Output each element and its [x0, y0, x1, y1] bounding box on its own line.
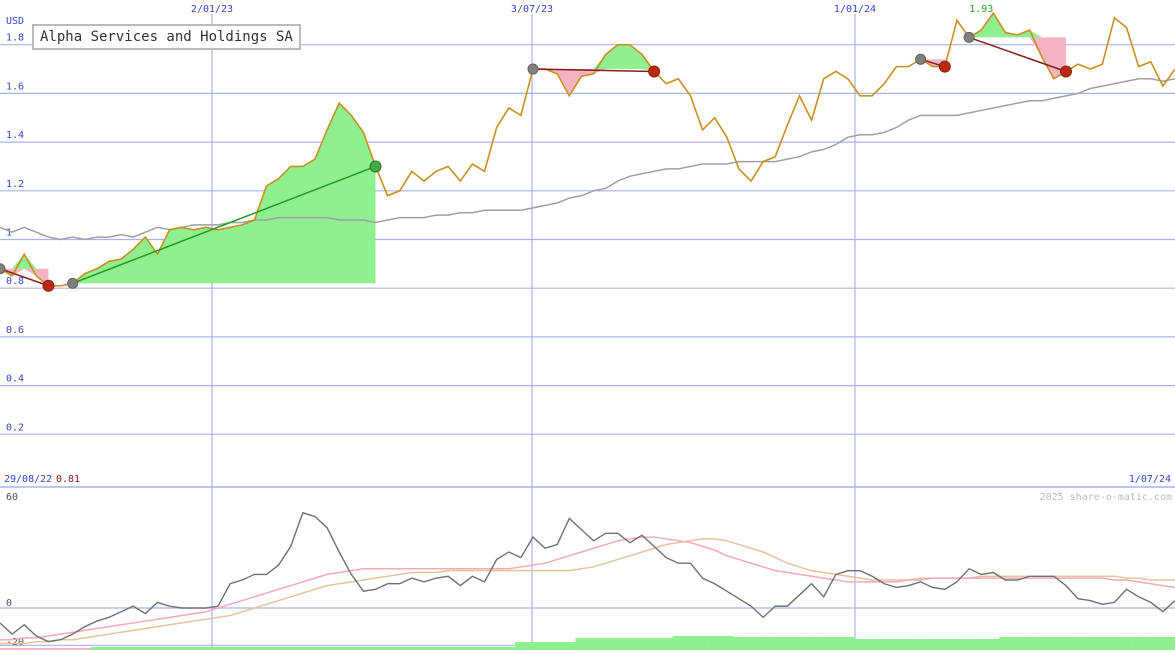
start-price-label: 0.81: [56, 474, 80, 485]
volume-bar: [757, 637, 770, 650]
volume-bar: [696, 636, 709, 650]
volume-bar: [817, 637, 831, 650]
end-date-label: 1/07/24: [1129, 474, 1171, 485]
trade-exit-marker: [1059, 65, 1072, 78]
y-tick-label: 1: [6, 228, 12, 239]
y-tick-label: 1.2: [6, 179, 24, 190]
volume-bar: [878, 639, 891, 650]
gain-area-edge: [373, 166, 376, 284]
volume-bar: [672, 636, 685, 650]
volume-bar: [1084, 637, 1097, 650]
y-tick-label: 0.4: [6, 374, 24, 385]
volume-bar: [660, 638, 673, 650]
volume-bar: [708, 636, 721, 650]
trade-entry-marker: [527, 63, 539, 75]
trade-exit-marker: [938, 60, 951, 73]
volume-bar: [1156, 637, 1170, 650]
y-tick-label: 1.8: [6, 33, 24, 44]
oscillator-line: [0, 511, 1175, 643]
trade-entry-marker: [0, 263, 6, 275]
volume-bar: [648, 638, 661, 650]
volume-bar: [599, 638, 612, 650]
volume-bar: [938, 639, 952, 650]
gain-area: [969, 13, 1066, 38]
volume-bar: [793, 637, 806, 650]
peak-label: 1.93: [969, 4, 993, 15]
x-tick-label: 2/01/23: [191, 4, 233, 15]
volume-bar: [854, 639, 867, 650]
volume-bar: [1047, 637, 1061, 650]
volume-bar: [975, 639, 988, 650]
osc-y-tick-label: 0: [6, 598, 12, 609]
volume-bar: [866, 639, 879, 650]
x-tick-label: 3/07/23: [511, 4, 553, 15]
gain-area: [72, 103, 376, 284]
volume-bar: [963, 639, 976, 650]
volume-bar: [563, 642, 576, 650]
volume-bar: [1072, 637, 1085, 650]
stock-chart: 0.20.40.60.811.21.41.61.82/01/23 3/07/23 1…: [0, 4, 1175, 650]
volume-bar: [987, 639, 1000, 650]
volume-bar: [1035, 637, 1049, 650]
volume-bar: [1108, 637, 1121, 650]
volume-bar: [539, 642, 552, 650]
volume-bar: [1120, 637, 1133, 650]
chart-stage: 0.2 0.4 0.6 0.8 1 1.2 1.4 1.6 1.8 2/01/23 3/07/23 1…: [0, 0, 1175, 650]
trade-entry-marker: [67, 277, 79, 289]
volume-bar: [902, 639, 915, 650]
volume-bar: [611, 638, 625, 650]
volume-bar: [1132, 637, 1145, 650]
volume-bar: [890, 639, 903, 650]
volume-bar: [551, 642, 564, 650]
volume-bar: [914, 639, 927, 650]
y-tick-label: 0.2: [6, 422, 24, 433]
x-tick-label: 1/01/24: [834, 4, 876, 15]
volume-bar: [829, 637, 843, 650]
volume-bar: [636, 638, 649, 650]
trade-exit-marker: [369, 160, 382, 173]
moving-average-line: [0, 78, 1175, 241]
volume-bar: [526, 642, 540, 650]
osc-y-tick-label: 60: [6, 492, 18, 503]
volume-bar: [769, 637, 782, 650]
volume-bar: [1169, 637, 1175, 650]
y-tick-label: 1.4: [6, 130, 24, 141]
trade-exit-marker: [42, 279, 55, 292]
volume-bar: [1144, 637, 1158, 650]
watermark: 2025 share-o-matic.com: [1040, 492, 1172, 503]
volume-bar: [999, 637, 1012, 650]
volume-bar: [623, 638, 637, 650]
volume-bar: [841, 637, 855, 650]
y-tick-label: 0.6: [6, 325, 24, 336]
y-tick-label: 1.6: [6, 81, 24, 92]
start-date-label: 29/08/22: [4, 474, 52, 485]
volume-bar: [720, 636, 734, 650]
currency-label: USD: [6, 16, 24, 27]
volume-bar: [575, 638, 588, 650]
volume-bar: [950, 639, 964, 650]
gain-area: [532, 44, 655, 70]
volume-bar: [1059, 637, 1073, 650]
volume-bar: [1096, 637, 1109, 650]
y-tick-label: 0.8: [6, 276, 24, 287]
volume-bar: [514, 642, 528, 650]
trade-entry-marker: [963, 31, 975, 43]
volume-bar: [805, 637, 818, 650]
loss-area: [969, 37, 1066, 79]
gain-area: [0, 254, 49, 269]
volume-bar: [1023, 637, 1036, 650]
trade-exit-marker: [648, 65, 661, 78]
volume-bar: [684, 636, 697, 650]
volume-bar: [587, 638, 600, 650]
osc-signal-tan-line: [0, 538, 1175, 645]
volume-bar: [926, 639, 940, 650]
volume-bar: [745, 637, 758, 650]
volume-bar: [732, 637, 746, 650]
volume-bar: [1011, 637, 1024, 650]
volume-bar: [781, 637, 794, 650]
chart-title: Alpha Services and Holdings SA: [32, 24, 301, 50]
trade-entry-marker: [915, 53, 927, 65]
